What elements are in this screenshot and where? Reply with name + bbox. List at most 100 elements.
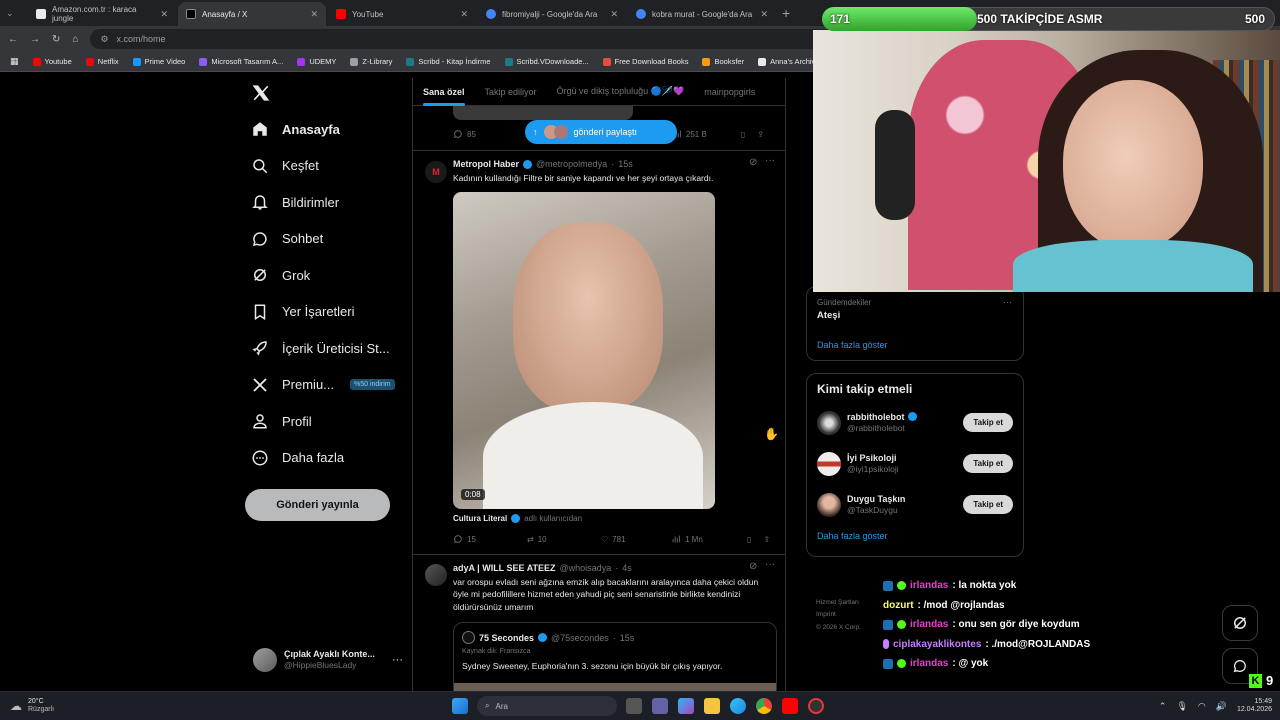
wifi-icon[interactable]: ◠ [1198,701,1206,712]
show-more-link[interactable]: Daha fazla göster [817,340,888,350]
post[interactable]: adyA | WILL SEE ATEEZ @whoisadya · 4s ⊘ … [413,554,785,691]
footer-link[interactable]: Hizmet Şartları [816,597,861,609]
tab-mainpopgirls[interactable]: mainpopgirls [704,87,755,97]
tab-search-icon[interactable]: ⌄ [6,8,24,19]
follow-button[interactable]: Takip et [963,454,1013,473]
new-tab-button[interactable]: + [782,5,790,21]
clock[interactable]: 15:49 12.04.2026 [1237,698,1272,715]
post[interactable]: M Metropol Haber @metropolmedya · 15s ⊘ … [413,150,785,554]
close-tab-icon[interactable]: ✕ [310,9,318,20]
back-icon[interactable]: ← [8,34,18,45]
like-button[interactable]: ♡ 781 [601,535,671,544]
copilot-icon[interactable] [678,698,694,714]
bookmark[interactable]: UDEMY [297,57,336,66]
post-button[interactable]: Gönderi yayınla [245,489,390,521]
nav-home[interactable]: Anasayfa [245,111,413,148]
teams-icon[interactable] [652,698,668,714]
views-button[interactable]: 1 Mn [671,534,747,544]
post-video[interactable]: 0:08 [453,192,715,509]
browser-tab-active[interactable]: Anasayfa / X ✕ [178,2,326,26]
follow-suggestion[interactable]: rabbitholebot @rabbitholebot Takip et [807,402,1023,443]
taskbar-search[interactable]: ⌕ Ara [477,696,617,716]
reply-button[interactable]: 85 [453,129,476,139]
share-icon[interactable]: ⇪ [757,130,764,139]
nav-chat[interactable]: Sohbet [245,221,413,258]
nav-explore[interactable]: Keşfet [245,148,413,185]
bookmark-favicon-icon [758,57,767,66]
tab-community[interactable]: Örgü ve dikiş topluluğu 🔵🪡💜 [557,86,685,97]
more-icon[interactable]: ··· [1003,297,1012,307]
nav-premium[interactable]: Premiu... %50 indirim [245,367,413,404]
follow-suggestion[interactable]: İyi Psikoloji @iyi1psikoloji Takip et [807,443,1023,484]
show-more-link[interactable]: Daha fazla göster [807,525,1023,547]
grok-icon[interactable]: ⊘ [749,561,757,572]
tab-for-you[interactable]: Sana özel [423,87,465,106]
bookmark[interactable]: Z-Library [350,57,392,66]
new-posts-toast[interactable]: ↑ gönderi paylaştı [525,120,677,144]
tab-following[interactable]: Takip ediliyor [485,87,537,97]
footer-link[interactable]: Imprint [816,609,861,621]
youtube-app-icon[interactable] [782,698,798,714]
close-tab-icon[interactable]: ✕ [160,9,168,20]
close-tab-icon[interactable]: ✕ [760,9,768,20]
browser-tab[interactable]: YouTube ✕ [328,2,476,26]
author-name[interactable]: adyA | WILL SEE ATEEZ [453,563,556,573]
mic-icon[interactable]: 🎙 [1176,701,1187,712]
more-icon[interactable]: ··· [765,155,775,166]
nav-profile[interactable]: Profil [245,403,413,440]
browser-tab[interactable]: kobra murat - Google'da Ara ✕ [628,2,776,26]
site-info-icon[interactable]: ⚙ [100,34,108,45]
close-tab-icon[interactable]: ✕ [460,9,468,20]
grok-float-button[interactable] [1222,605,1258,641]
trend-name[interactable]: Ateşi [817,310,840,321]
follow-button[interactable]: Takip et [963,495,1013,514]
bookmark-icon[interactable]: ▯ [747,535,751,544]
quoted-post[interactable]: 75 Secondes @75secondes · 15s Kaynak dil… [453,622,777,691]
bookmark-icon[interactable]: ▯ [741,130,745,139]
nav-grok[interactable]: Grok [245,257,413,294]
windows-start-icon[interactable] [452,698,468,714]
repost-button[interactable]: ⇄ 10 [527,535,601,544]
forward-icon[interactable]: → [30,34,40,45]
browser-tab[interactable]: Amazon.com.tr : karaca jungle ✕ [28,2,176,26]
apps-icon[interactable]: ▦ [10,56,19,67]
bookmark[interactable]: Free Download Books [602,57,688,66]
close-tab-icon[interactable]: ✕ [610,9,618,20]
bookmark[interactable]: Prime Video [132,57,185,66]
bookmark[interactable]: Booksfer [702,57,744,66]
file-explorer-icon[interactable] [704,698,720,714]
edge-icon[interactable] [730,698,746,714]
reload-icon[interactable]: ↻ [52,34,60,45]
chevron-up-icon[interactable]: ⌃ [1159,701,1167,712]
home-icon[interactable]: ⌂ [72,34,78,45]
volume-icon[interactable]: 🔊 [1216,701,1227,712]
author-name[interactable]: Metropol Haber [453,159,519,169]
main-navigation: Anasayfa Keşfet Bildirimler Sohbet Grok … [245,78,413,476]
chrome-icon[interactable] [756,698,772,714]
bookmark[interactable]: Netflix [85,57,119,66]
home-icon [253,122,267,136]
bookmark[interactable]: Anna's Archive [758,57,819,66]
share-icon[interactable]: ⇪ [763,535,770,544]
views-button[interactable]: 251 B [672,129,707,139]
bookmark[interactable]: Youtube [32,57,72,66]
account-switcher[interactable]: Çıplak Ayaklı Konte... @HippieBluesLady … [253,648,403,672]
source-name: Cultura Literal [453,514,508,523]
weather-widget[interactable]: ☁ 20°C Rüzgarlı [0,698,200,715]
follow-suggestion[interactable]: Duygu Taşkın @TaskDuygu Takip et [807,484,1023,525]
nav-bookmarks[interactable]: Yer İşaretleri [245,294,413,331]
browser-tab[interactable]: fibromiyalji - Google'da Ara ✕ [478,2,626,26]
nav-notifications[interactable]: Bildirimler [245,184,413,221]
bookmark[interactable]: Scribd.VDownloade... [504,57,589,66]
nav-more[interactable]: Daha fazla [245,440,413,477]
bookmark[interactable]: Microsoft Tasarım A... [199,57,283,66]
reply-button[interactable]: 15 [453,534,527,544]
recorder-icon[interactable] [808,698,824,714]
follow-button[interactable]: Takip et [963,413,1013,432]
grok-icon[interactable]: ⊘ [749,157,757,168]
bookmark[interactable]: Scribd - Kitap İndirme [406,57,491,66]
nav-creator-studio[interactable]: İçerik Üreticisi St... [245,330,413,367]
task-view-icon[interactable] [626,698,642,714]
video-source[interactable]: Cultura Literal adlı kullanıcıdan [453,514,582,523]
more-icon[interactable]: ··· [765,559,775,570]
